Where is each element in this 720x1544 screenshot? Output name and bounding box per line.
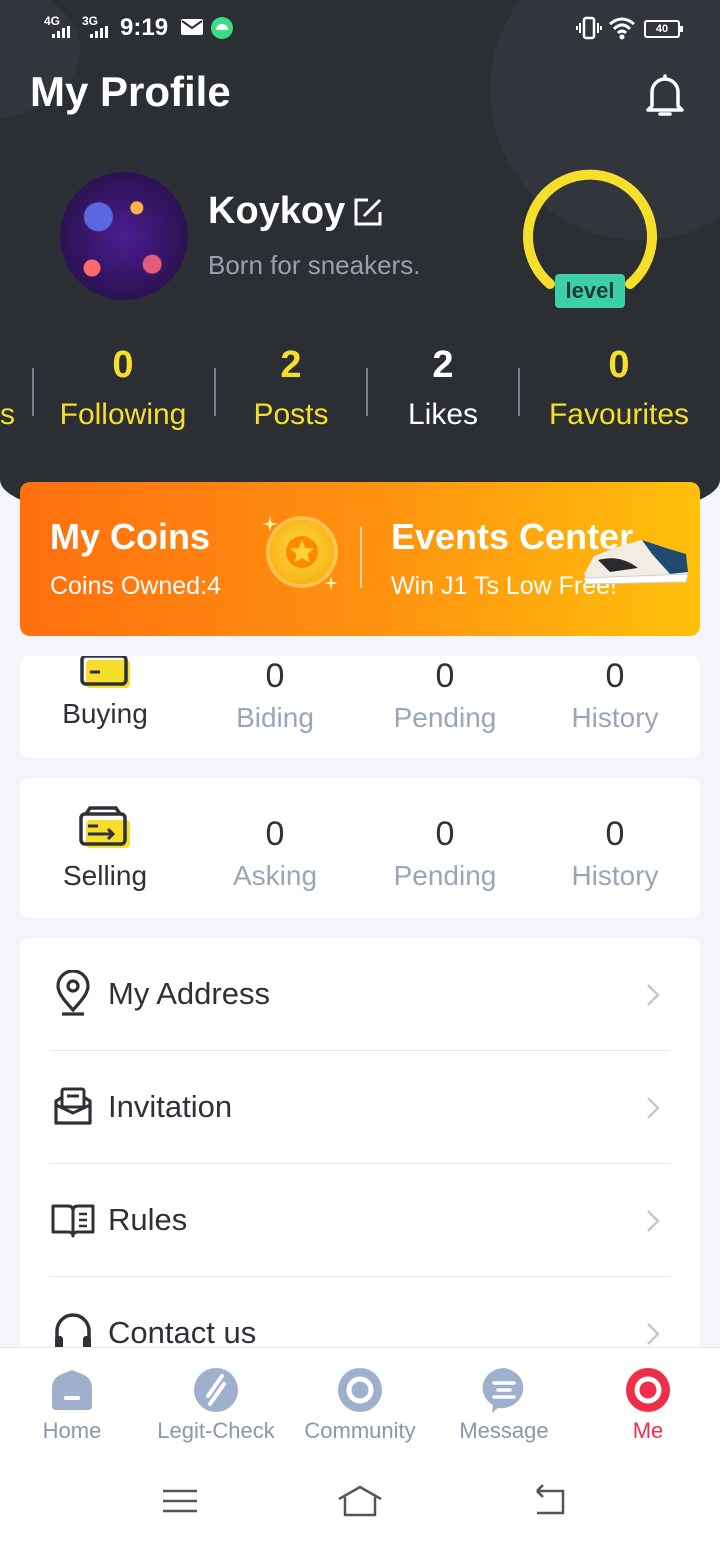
- legit-check-icon: [194, 1368, 238, 1412]
- battery-indicator: 40: [644, 20, 683, 38]
- android-icon: [211, 17, 233, 39]
- menu-item-invitation[interactable]: Invitation: [50, 1051, 670, 1164]
- menu-card: My Address Invitation Rules Contact us: [20, 938, 700, 1358]
- promo-banner: My Coins Coins Owned:4 Events Center Win…: [20, 482, 700, 636]
- menu-icon[interactable]: [155, 1479, 205, 1523]
- chevron-right-icon: [647, 1210, 660, 1232]
- mail-icon: [181, 19, 203, 35]
- signal-icon: [52, 26, 70, 38]
- invitation-icon: [54, 1087, 92, 1125]
- stat-following[interactable]: 0 Following: [44, 340, 202, 440]
- tab-legit-check[interactable]: Legit-Check: [144, 1366, 288, 1448]
- back-icon[interactable]: [525, 1479, 575, 1523]
- tab-label: Legit-Check: [157, 1418, 275, 1443]
- stat-likes[interactable]: 2 Likes: [378, 340, 508, 440]
- stat-partial: s: [0, 398, 15, 431]
- home-icon: [52, 1370, 92, 1410]
- menu-label: My Address: [108, 976, 270, 1011]
- wifi-icon: [609, 17, 635, 40]
- sparkle-icon: [262, 516, 278, 532]
- star-icon: [286, 536, 318, 568]
- location-pin-icon: [56, 970, 90, 1016]
- chevron-right-icon: [647, 984, 660, 1006]
- stat-favourites[interactable]: 0 Favourites: [530, 340, 708, 440]
- wallet-icon: [80, 656, 130, 688]
- username: Koykoy: [208, 190, 346, 232]
- status-bar: 4G 3G 9:19 40: [0, 0, 720, 56]
- page-title: My Profile: [30, 68, 231, 115]
- bio-text: Born for sneakers.: [208, 250, 421, 280]
- community-icon: [338, 1368, 382, 1412]
- menu-label: Invitation: [108, 1089, 233, 1124]
- my-coins-title[interactable]: My Coins: [50, 516, 210, 558]
- home-nav-icon[interactable]: [335, 1479, 385, 1523]
- me-icon: [626, 1368, 670, 1412]
- selling-label[interactable]: Selling: [20, 854, 190, 898]
- edit-icon[interactable]: [352, 196, 384, 228]
- chevron-right-icon: [647, 1323, 660, 1345]
- bell-icon[interactable]: [640, 70, 690, 120]
- divider: [518, 368, 520, 416]
- selling-asking[interactable]: 0 Asking: [190, 814, 360, 898]
- chevron-right-icon: [647, 1097, 660, 1119]
- selling-card: Selling 0 Asking 0 Pending 0 History: [20, 778, 700, 918]
- bottom-tab-bar: Home Legit-Check Community Message Me: [0, 1347, 720, 1459]
- stats-row: s 0 Following 2 Posts 2 Likes 0 Favourit…: [0, 340, 720, 450]
- menu-item-rules[interactable]: Rules: [50, 1164, 670, 1277]
- tab-label: Community: [304, 1418, 416, 1443]
- message-icon: [482, 1368, 524, 1413]
- avatar[interactable]: [60, 172, 188, 300]
- tab-me[interactable]: Me: [576, 1366, 720, 1448]
- selling-box-icon: [79, 806, 130, 848]
- menu-item-my-address[interactable]: My Address: [50, 938, 670, 1051]
- divider: [366, 368, 368, 416]
- menu-label: Rules: [108, 1202, 188, 1237]
- selling-pending[interactable]: 0 Pending: [360, 814, 530, 898]
- tab-community[interactable]: Community: [288, 1366, 432, 1448]
- buying-history[interactable]: 0 History: [530, 656, 700, 740]
- buying-label[interactable]: Buying: [20, 692, 190, 736]
- vibrate-icon: [576, 16, 602, 40]
- level-badge[interactable]: level: [555, 274, 625, 308]
- clock: 9:19: [120, 14, 169, 41]
- stat-posts[interactable]: 2 Posts: [226, 340, 356, 440]
- buying-card: Buying 0 Biding 0 Pending 0 History: [20, 656, 700, 758]
- divider: [360, 526, 362, 588]
- tab-label: Me: [632, 1418, 664, 1443]
- tab-label: Message: [459, 1418, 549, 1443]
- tab-home[interactable]: Home: [0, 1366, 144, 1448]
- buying-pending[interactable]: 0 Pending: [360, 656, 530, 740]
- menu-label: Contact us: [108, 1315, 257, 1350]
- signal-icon: [90, 26, 108, 38]
- tab-label: Home: [42, 1418, 102, 1443]
- buying-biding[interactable]: 0 Biding: [190, 656, 360, 740]
- tab-message[interactable]: Message: [432, 1366, 576, 1448]
- divider: [214, 368, 216, 416]
- system-nav-bar: [0, 1459, 720, 1544]
- divider: [32, 368, 34, 416]
- sneaker-image: [583, 540, 689, 585]
- coins-owned-text: Coins Owned:4: [50, 572, 221, 600]
- sparkle-icon: [324, 576, 338, 590]
- selling-history[interactable]: 0 History: [530, 814, 700, 898]
- book-icon: [51, 1204, 95, 1238]
